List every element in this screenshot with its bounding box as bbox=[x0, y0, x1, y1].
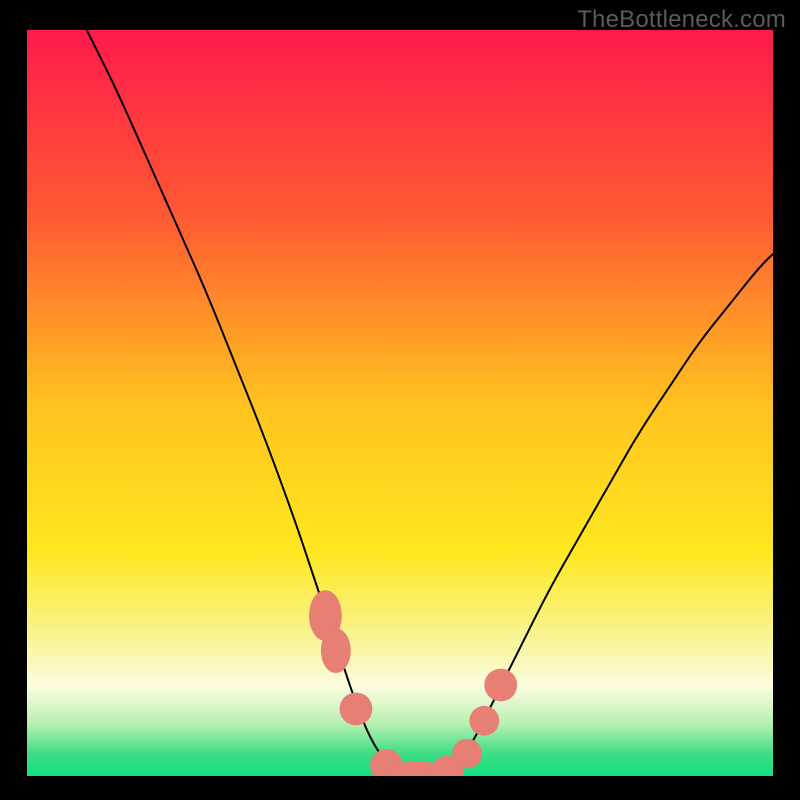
bottleneck-chart bbox=[27, 30, 773, 776]
curve-marker bbox=[469, 706, 499, 736]
chart-frame: TheBottleneck.com bbox=[0, 0, 800, 800]
plot-area bbox=[27, 30, 773, 776]
curve-marker bbox=[452, 739, 482, 769]
curve-marker bbox=[321, 628, 351, 673]
curve-marker bbox=[484, 669, 517, 702]
curve-marker bbox=[340, 692, 373, 725]
